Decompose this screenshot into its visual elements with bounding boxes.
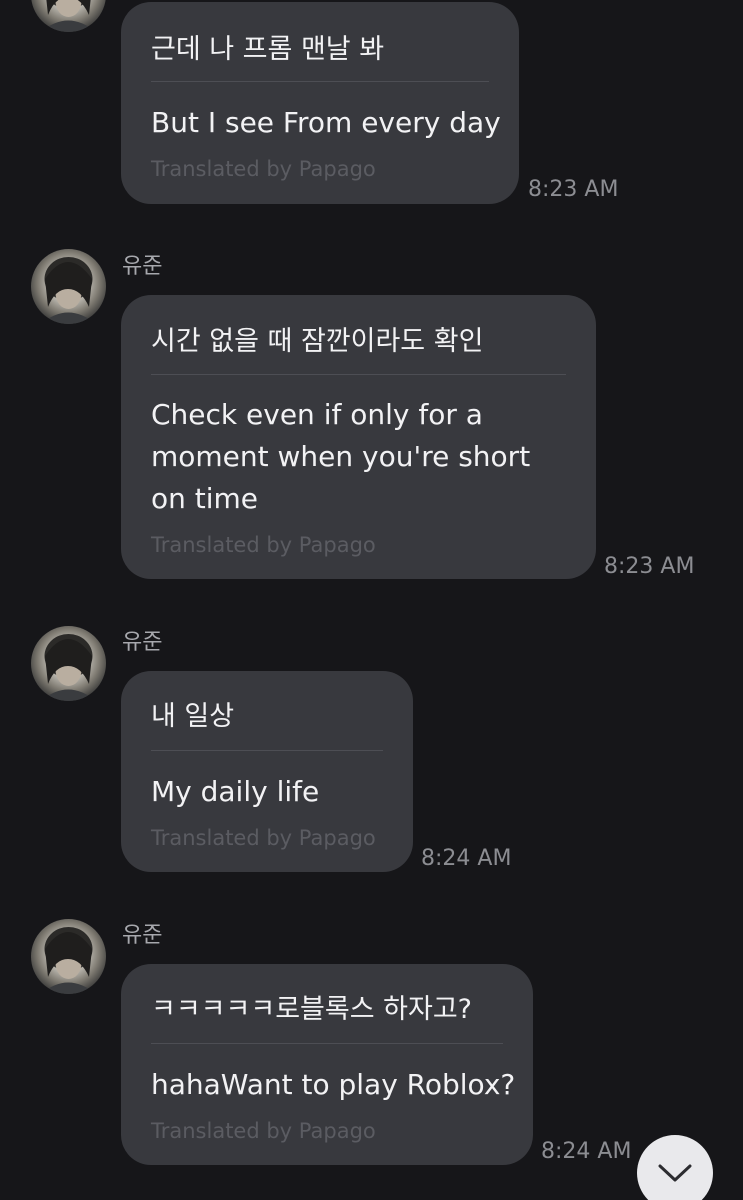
avatar-photo [41,0,96,32]
message-bubble[interactable]: 내 일상 My daily life Translated by Papago [121,671,413,872]
message-timestamp: 8:23 AM [528,177,619,202]
translation-divider [151,1043,503,1044]
avatar-photo [41,927,96,994]
translation-credit: Translated by Papago [151,533,376,557]
translation-credit: Translated by Papago [151,157,376,181]
message-bubble[interactable]: 근데 나 프롬 맨날 봐 But I see From every day Tr… [121,2,519,204]
translation-credit: Translated by Papago [151,1119,376,1143]
translation-credit: Translated by Papago [151,826,376,850]
sender-avatar[interactable] [31,919,106,994]
message-timestamp: 8:23 AM [604,554,695,579]
translation-divider [151,81,489,82]
message-timestamp: 8:24 AM [541,1139,632,1164]
translated-message-text: But I see From every day [151,106,501,139]
sender-name: 유준 [122,254,163,279]
chat-thread[interactable]: 근데 나 프롬 맨날 봐 But I see From every day Tr… [0,0,743,1200]
translation-divider [151,750,383,751]
message-bubble[interactable]: 시간 없을 때 잠깐이라도 확인 Check even if only for … [121,295,596,579]
original-message-text: ㅋㅋㅋㅋㅋ로블록스 하자고? [151,994,472,1025]
avatar-photo [41,257,96,324]
avatar-photo [41,634,96,701]
sender-avatar[interactable] [31,0,106,32]
sender-name: 유준 [122,923,163,948]
sender-name: 유준 [122,630,163,655]
message-timestamp: 8:24 AM [421,846,512,871]
translated-message-text: hahaWant to play Roblox? [151,1068,516,1101]
translation-divider [151,374,566,375]
original-message-text: 시간 없을 때 잠깐이라도 확인 [151,326,484,357]
sender-avatar[interactable] [31,249,106,324]
translated-message-text: My daily life [151,775,320,808]
original-message-text: 근데 나 프롬 맨날 봐 [151,34,385,65]
chevron-down-icon [658,1164,692,1182]
scroll-to-bottom-button[interactable] [637,1135,713,1200]
translated-message-text: Check even if only for a moment when you… [151,398,531,515]
message-bubble[interactable]: ㅋㅋㅋㅋㅋ로블록스 하자고? hahaWant to play Roblox? … [121,964,533,1165]
original-message-text: 내 일상 [151,701,235,732]
sender-avatar[interactable] [31,626,106,701]
